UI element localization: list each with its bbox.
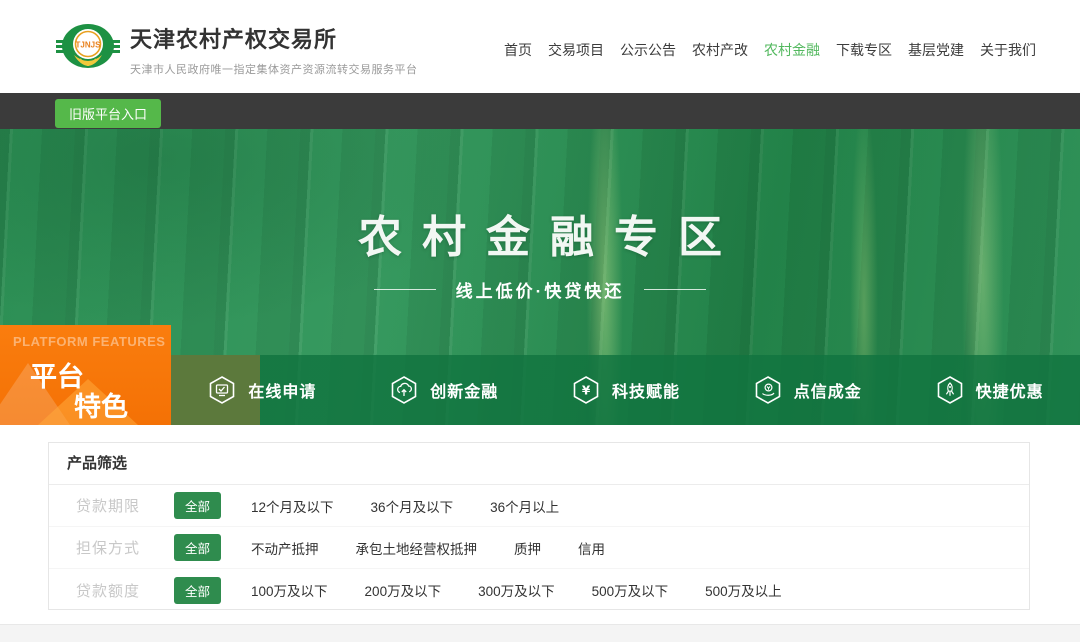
online-apply-icon	[207, 375, 237, 405]
footer-strip	[0, 624, 1080, 642]
platform-features-cn-line2: 特色	[74, 385, 128, 424]
nav-item-about[interactable]: 关于我们	[980, 40, 1036, 60]
feature-item-credit-gold[interactable]: 点信成金	[716, 355, 898, 425]
hero-title: 农村金融专区	[0, 201, 1080, 265]
filter-row-label: 担保方式	[76, 537, 152, 558]
hero-subtitle-row: 线上低价·快贷快还	[0, 277, 1080, 302]
site-logo[interactable]: TJNJS	[56, 13, 120, 79]
filter-row-loan-amount: 贷款额度 全部 100万及以下 200万及以下 300万及以下 500万及以下 …	[49, 569, 1029, 611]
main-nav: 首页 交易项目 公示公告 农村产改 农村金融 下载专区 基层党建 关于我们	[504, 40, 1036, 60]
feature-label: 快捷优惠	[976, 378, 1044, 402]
page: TJNJS 天津农村产权交易所 天津市人民政府唯一指定集体资产资源流转交易服务平…	[0, 0, 1080, 642]
filter-all-badge[interactable]: 全部	[174, 577, 221, 604]
brand-block: 天津农村产权交易所 天津市人民政府唯一指定集体资产资源流转交易服务平台	[130, 22, 418, 77]
filter-option[interactable]: 质押	[514, 538, 541, 558]
nav-item-announcements[interactable]: 公示公告	[620, 40, 676, 60]
filter-option[interactable]: 300万及以下	[478, 580, 555, 600]
filter-option[interactable]: 36个月以上	[490, 496, 559, 516]
platform-features-en-label: PLATFORM FEATURES	[13, 334, 165, 349]
platform-features-block: PLATFORM FEATURES 平台 特色	[0, 325, 171, 425]
logo-emblem-icon: TJNJS	[56, 13, 120, 79]
filter-row-guarantee: 担保方式 全部 不动产抵押 承包土地经营权抵押 质押 信用	[49, 527, 1029, 569]
site-title: 天津农村产权交易所	[130, 22, 418, 54]
filter-all-badge[interactable]: 全部	[174, 492, 221, 519]
feature-item-tech-empower[interactable]: ¥ 科技赋能	[535, 355, 717, 425]
logo-text: TJNJS	[76, 41, 102, 50]
feature-label: 在线申请	[248, 378, 316, 402]
nav-item-rural-reform[interactable]: 农村产改	[692, 40, 748, 60]
site-subtitle: 天津市人民政府唯一指定集体资产资源流转交易服务平台	[130, 61, 418, 77]
feature-label: 创新金融	[430, 378, 498, 402]
tech-empower-icon: ¥	[571, 375, 601, 405]
filter-option[interactable]: 500万及以上	[705, 580, 782, 600]
feature-item-online-apply[interactable]: 在线申请	[171, 355, 353, 425]
product-filter-panel: 产品筛选 贷款期限 全部 12个月及以下 36个月及以下 36个月以上 担保方式…	[48, 442, 1030, 610]
feature-item-quick-discount[interactable]: 快捷优惠	[898, 355, 1080, 425]
filter-option[interactable]: 不动产抵押	[251, 538, 319, 558]
filter-option[interactable]: 承包土地经营权抵押	[356, 538, 478, 558]
innovation-finance-icon	[389, 375, 419, 405]
filter-row-loan-term: 贷款期限 全部 12个月及以下 36个月及以下 36个月以上	[49, 485, 1029, 527]
filter-option[interactable]: 12个月及以下	[251, 496, 334, 516]
credit-gold-icon	[753, 375, 783, 405]
filter-option[interactable]: 信用	[578, 538, 605, 558]
nav-item-party-building[interactable]: 基层党建	[908, 40, 964, 60]
filter-option[interactable]: 500万及以下	[592, 580, 669, 600]
filter-row-label: 贷款期限	[76, 495, 152, 516]
site-header: TJNJS 天津农村产权交易所 天津市人民政府唯一指定集体资产资源流转交易服务平…	[0, 0, 1080, 93]
top-strip: 旧版平台入口	[0, 93, 1080, 129]
feature-label: 点信成金	[794, 378, 862, 402]
nav-item-rural-finance[interactable]: 农村金融	[764, 40, 820, 60]
features-bar: 在线申请 创新金融 ¥ 科技赋能 点信成金	[171, 355, 1080, 425]
nav-item-downloads[interactable]: 下载专区	[836, 40, 892, 60]
filter-option[interactable]: 200万及以下	[365, 580, 442, 600]
hero-subtitle: 线上低价·快贷快还	[456, 277, 625, 302]
filter-row-label: 贷款额度	[76, 580, 152, 601]
filter-all-badge[interactable]: 全部	[174, 534, 221, 561]
feature-item-innovation-finance[interactable]: 创新金融	[353, 355, 535, 425]
right-rule	[644, 289, 706, 290]
filter-option[interactable]: 36个月及以下	[371, 496, 454, 516]
svg-text:¥: ¥	[582, 384, 591, 398]
nav-item-home[interactable]: 首页	[504, 40, 532, 60]
filter-option[interactable]: 100万及以下	[251, 580, 328, 600]
old-platform-entry-button[interactable]: 旧版平台入口	[55, 99, 161, 128]
feature-label: 科技赋能	[612, 378, 680, 402]
nav-item-projects[interactable]: 交易项目	[548, 40, 604, 60]
filter-title: 产品筛选	[49, 443, 1029, 485]
left-rule	[374, 289, 436, 290]
quick-discount-icon	[935, 375, 965, 405]
